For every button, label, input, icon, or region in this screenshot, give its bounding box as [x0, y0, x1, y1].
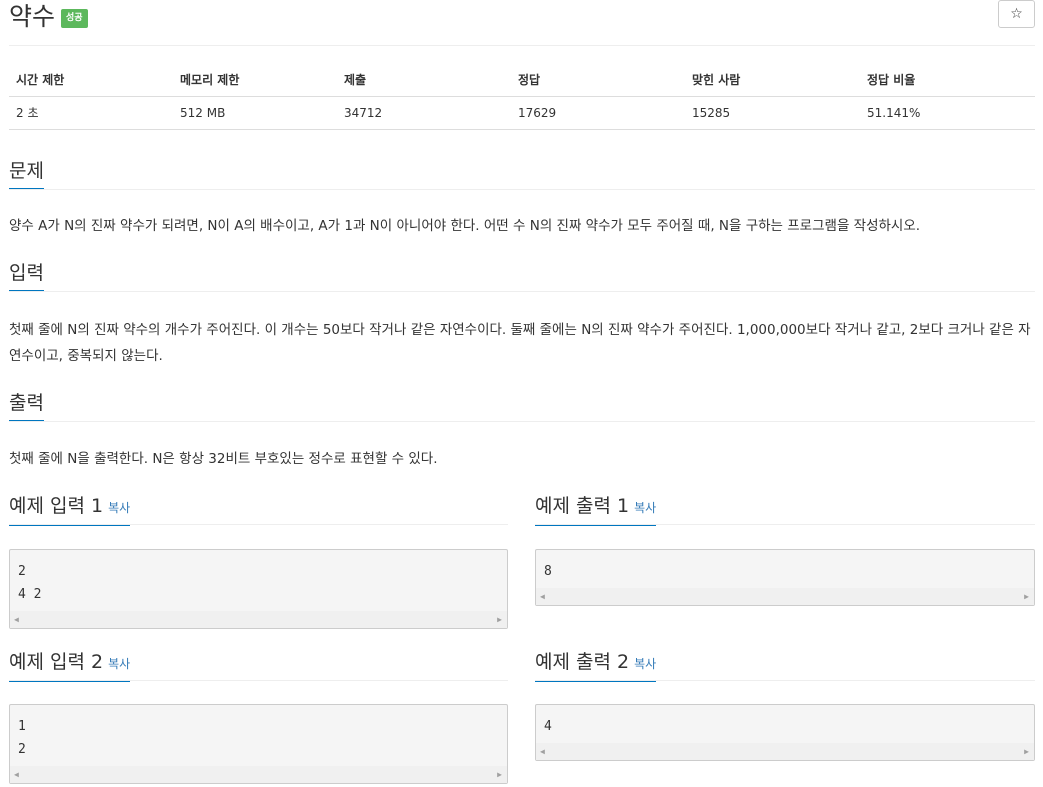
sample-output-1-header: 예제 출력 1 복사: [535, 495, 1035, 526]
sample-output-2-header: 예제 출력 2 복사: [535, 651, 1035, 682]
header-memory-limit: 메모리 제한: [173, 64, 337, 97]
output-section-title: 출력: [9, 392, 44, 421]
horizontal-scrollbar[interactable]: ◀ ▶: [10, 611, 507, 628]
sample-input-2-code: 1 2: [18, 719, 26, 757]
horizontal-scrollbar[interactable]: ◀ ▶: [536, 743, 1034, 760]
scroll-left-icon[interactable]: ◀: [540, 592, 545, 601]
scroll-right-icon[interactable]: ▶: [1024, 592, 1029, 601]
scroll-left-icon[interactable]: ◀: [14, 615, 19, 624]
sample-input-1-label: 예제 입력 1: [9, 495, 104, 517]
header-accept-ratio: 정답 비율: [860, 64, 1035, 97]
scroll-right-icon[interactable]: ▶: [1024, 747, 1029, 756]
scroll-left-icon[interactable]: ◀: [14, 770, 19, 779]
sample-output-1-code: 8: [544, 564, 552, 579]
copy-sample-input-1-button[interactable]: 복사: [108, 501, 130, 515]
output-section-header: 출력: [9, 392, 1035, 422]
accept-ratio-value: 51.141%: [860, 96, 1035, 130]
status-badge: 성공: [61, 9, 88, 28]
table-header-row: 시간 제한 메모리 제한 제출 정답 맞힌 사람 정답 비율: [9, 64, 1035, 97]
problem-section-title: 문제: [9, 160, 44, 189]
copy-sample-output-2-button[interactable]: 복사: [634, 657, 656, 671]
header-time-limit: 시간 제한: [9, 64, 173, 97]
star-icon: ☆: [1010, 6, 1023, 22]
sample-output-2-label: 예제 출력 2: [535, 651, 630, 673]
output-description: 첫째 줄에 N을 출력한다. N은 항상 32비트 부호있는 정수로 표현할 수…: [9, 451, 438, 467]
sample-input-2-box[interactable]: 1 2 ◀ ▶: [9, 704, 508, 784]
problem-description: 양수 A가 N의 진짜 약수가 되려면, N이 A의 배수이고, A가 1과 N…: [9, 218, 921, 234]
scroll-right-icon[interactable]: ▶: [497, 770, 502, 779]
sample-input-1-box[interactable]: 2 4 2 ◀ ▶: [9, 549, 508, 629]
table-row: 2 초 512 MB 34712 17629 15285 51.141%: [9, 96, 1035, 130]
sample-input-2-title: 예제 입력 2 복사: [9, 651, 131, 682]
problem-title: 약수: [9, 2, 56, 31]
sample-output-2-code: 4: [544, 719, 552, 734]
horizontal-scrollbar[interactable]: ◀ ▶: [536, 588, 1034, 605]
solved-users-value: 15285: [685, 96, 860, 130]
time-limit-value: 2 초: [9, 96, 173, 130]
memory-limit-value: 512 MB: [173, 96, 337, 130]
scroll-left-icon[interactable]: ◀: [540, 747, 545, 756]
input-section-header: 입력: [9, 262, 1035, 292]
sample-output-2-title: 예제 출력 2 복사: [535, 651, 657, 682]
sample-input-1-header: 예제 입력 1 복사: [9, 495, 508, 526]
header-submissions: 제출: [337, 64, 511, 97]
sample-input-2-header: 예제 입력 2 복사: [9, 651, 508, 682]
scroll-right-icon[interactable]: ▶: [497, 615, 502, 624]
horizontal-scrollbar[interactable]: ◀ ▶: [10, 766, 507, 783]
sample-input-1-code: 2 4 2: [18, 564, 42, 602]
input-section-title: 입력: [9, 262, 44, 291]
problem-header: 약수 성공 ☆: [9, 0, 1035, 46]
sample-input-1-title: 예제 입력 1 복사: [9, 495, 131, 526]
header-solved-users: 맞힌 사람: [685, 64, 860, 97]
accepted-value: 17629: [511, 96, 685, 130]
sample-input-2-label: 예제 입력 2: [9, 651, 104, 673]
input-description: 첫째 줄에 N의 진짜 약수의 개수가 주어진다. 이 개수는 50보다 작거나…: [9, 322, 1031, 364]
favorite-button[interactable]: ☆: [998, 0, 1035, 28]
sample-output-1-title: 예제 출력 1 복사: [535, 495, 657, 526]
problem-info-table: 시간 제한 메모리 제한 제출 정답 맞힌 사람 정답 비율 2 초 512 M…: [9, 64, 1035, 130]
submissions-value: 34712: [337, 96, 511, 130]
sample-output-2-box[interactable]: 4 ◀ ▶: [535, 704, 1035, 761]
copy-sample-input-2-button[interactable]: 복사: [108, 657, 130, 671]
sample-output-1-label: 예제 출력 1: [535, 495, 630, 517]
copy-sample-output-1-button[interactable]: 복사: [634, 501, 656, 515]
problem-section-header: 문제: [9, 160, 1035, 190]
header-accepted: 정답: [511, 64, 685, 97]
sample-output-1-box[interactable]: 8 ◀ ▶: [535, 549, 1035, 606]
